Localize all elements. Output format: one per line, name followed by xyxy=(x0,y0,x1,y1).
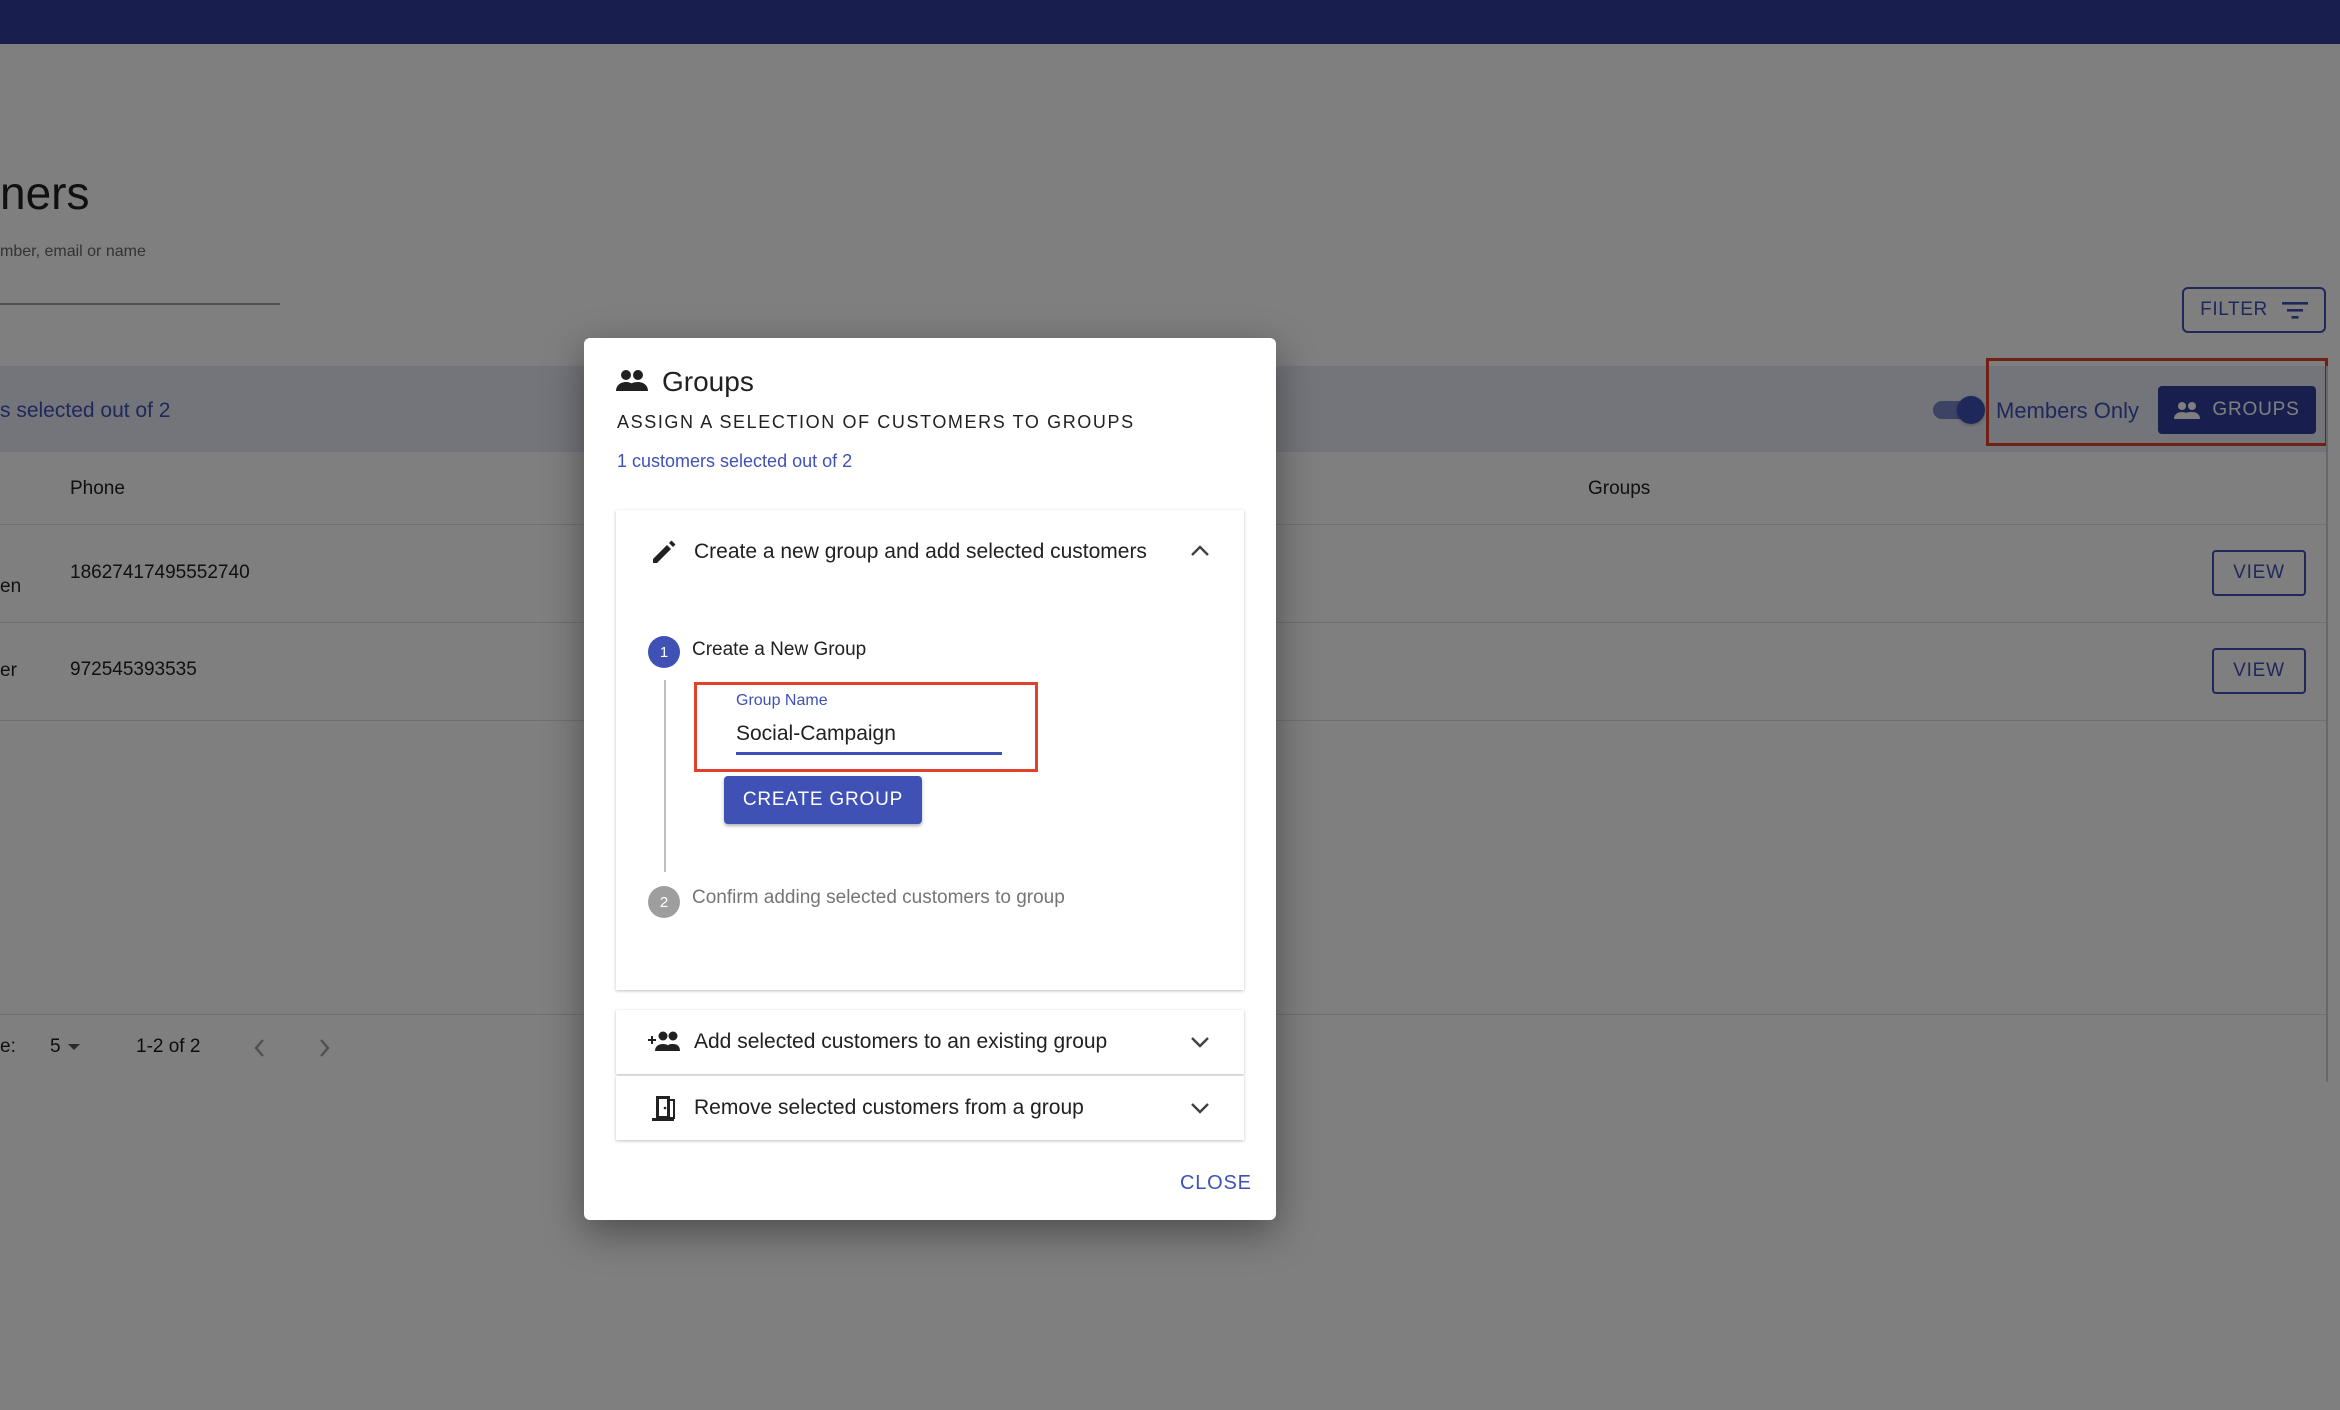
create-group-panel-header[interactable]: Create a new group and add selected cust… xyxy=(616,510,1244,594)
remove-from-group-panel[interactable]: Remove selected customers from a group xyxy=(616,1076,1244,1140)
close-button[interactable]: CLOSE xyxy=(1180,1172,1252,1195)
door-exit-icon xyxy=(652,1096,675,1121)
pencil-icon xyxy=(653,540,676,563)
panel-label: Create a new group and add selected cust… xyxy=(694,540,1147,563)
dialog-title: Groups xyxy=(662,366,754,397)
step-1-label: Create a New Group xyxy=(692,639,867,660)
create-group-button[interactable]: CREATE GROUP xyxy=(724,776,922,824)
people-icon xyxy=(616,370,648,391)
chevron-up-icon xyxy=(1191,545,1209,556)
panel-label: Add selected customers to an existing gr… xyxy=(694,1030,1108,1053)
add-to-existing-group-panel[interactable]: Add selected customers to an existing gr… xyxy=(616,1010,1244,1074)
step-2-indicator: 2 xyxy=(648,886,680,918)
dialog-subtitle: ASSIGN A SELECTION OF CUSTOMERS TO GROUP… xyxy=(617,412,1135,432)
panel-label: Remove selected customers from a group xyxy=(694,1096,1084,1119)
step-1-indicator: 1 xyxy=(648,636,680,668)
chevron-down-icon xyxy=(1191,1037,1209,1048)
chevron-down-icon xyxy=(1191,1103,1209,1114)
highlight-box-group-name xyxy=(694,682,1038,772)
groups-dialog: Groups ASSIGN A SELECTION OF CUSTOMERS T… xyxy=(584,338,1276,1220)
selected-count-text: 1 customers selected out of 2 xyxy=(617,451,853,471)
step-connector xyxy=(664,680,666,872)
group-add-icon xyxy=(648,1031,680,1051)
step-2-label: Confirm adding selected customers to gro… xyxy=(692,887,1065,908)
